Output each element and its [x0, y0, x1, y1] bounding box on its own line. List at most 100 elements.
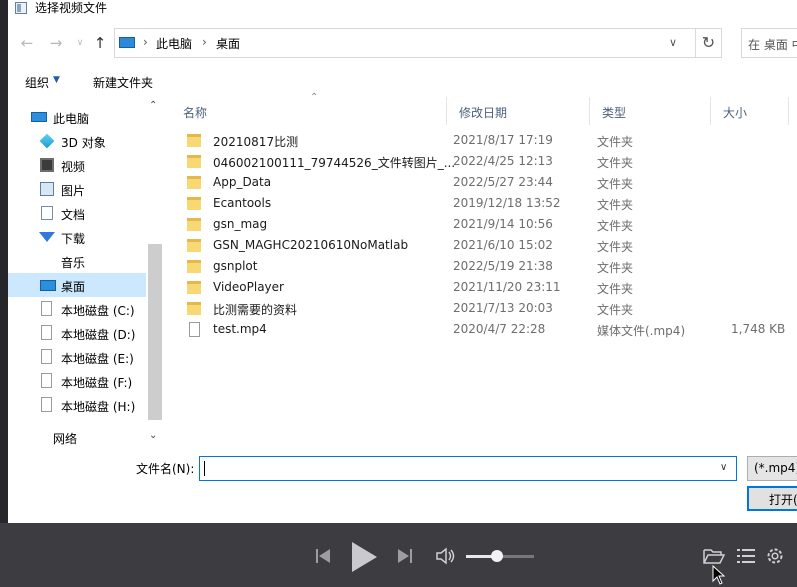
scroll-down-icon[interactable]: ⌄: [149, 430, 157, 441]
sidebar-item-drive-h[interactable]: 本地磁盘 (H:): [8, 393, 146, 417]
forward-arrow-icon[interactable]: →: [46, 33, 66, 53]
folder-icon: [187, 302, 201, 315]
music-icon: [40, 254, 54, 268]
sidebar-item-drive-c[interactable]: 本地磁盘 (C:): [8, 297, 146, 321]
file-name: 比测需要的资料: [213, 303, 298, 317]
breadcrumb-this-pc[interactable]: 此电脑: [156, 35, 192, 52]
sidebar-item-desktop[interactable]: 桌面: [8, 273, 146, 297]
file-name: GSN_MAGHC20210610NoMatlab: [213, 238, 409, 252]
table-row[interactable]: App_Data 2022/5/27 23:44 文件夹: [181, 172, 781, 193]
sidebar-item-drive-d[interactable]: 本地磁盘 (D:): [8, 321, 146, 345]
chevron-right-icon[interactable]: ›: [143, 35, 148, 49]
sidebar-item-pictures[interactable]: 图片: [8, 177, 146, 201]
file-type: 文件夹: [597, 177, 634, 191]
caret-down-icon[interactable]: ▼: [53, 75, 60, 85]
playlist-icon[interactable]: [736, 548, 756, 564]
column-header-label: 大小: [723, 106, 748, 120]
file-type: 文件夹: [597, 261, 634, 275]
prev-icon[interactable]: [315, 547, 331, 565]
sidebar-item-label: 图片: [61, 184, 86, 198]
column-header-name[interactable]: 名称: [171, 97, 447, 125]
table-row[interactable]: GSN_MAGHC20210610NoMatlab 2021/6/10 15:02…: [181, 235, 781, 256]
drive-icon: [41, 325, 52, 340]
file-date: 2019/12/18 13:52: [453, 196, 561, 210]
nav-scrollbar-thumb[interactable]: [148, 244, 162, 420]
sidebar-item-downloads[interactable]: 下载: [8, 225, 146, 249]
mouse-cursor-icon: [712, 565, 726, 585]
column-header-label: 类型: [602, 106, 627, 120]
file-name: test.mp4: [213, 322, 267, 336]
sidebar-item-label: 桌面: [61, 280, 86, 294]
folder-icon: [187, 281, 201, 294]
sidebar-item-music[interactable]: 音乐: [8, 249, 146, 273]
download-arrow-icon: [39, 232, 55, 242]
drive-icon: [41, 301, 52, 316]
drive-icon: [41, 349, 52, 364]
drive-icon: [41, 373, 52, 388]
sidebar-item-label: 此电脑: [53, 112, 90, 126]
folder-icon: [187, 239, 201, 252]
file-name: gsn_mag: [213, 217, 268, 231]
table-row[interactable]: gsn_mag 2021/9/14 10:56 文件夹: [181, 214, 781, 235]
sidebar-item-label: 本地磁盘 (C:): [61, 304, 135, 318]
video-icon: [40, 158, 54, 172]
folder-icon: [187, 176, 201, 189]
file-name: App_Data: [213, 175, 272, 189]
sidebar-item-3d-objects[interactable]: 3D 对象: [8, 129, 146, 153]
sidebar-item-this-pc[interactable]: 此电脑: [8, 105, 146, 129]
back-arrow-icon[interactable]: ←: [17, 33, 37, 53]
file-type-filter[interactable]: (*.mp4): [747, 456, 797, 481]
play-icon[interactable]: [349, 540, 379, 574]
sidebar-item-documents[interactable]: 文档: [8, 201, 146, 225]
scroll-up-icon[interactable]: ⌃: [149, 100, 157, 111]
text-caret: [204, 461, 205, 476]
open-button[interactable]: 打开(: [747, 486, 797, 511]
filename-label: 文件名(N):: [136, 462, 195, 476]
open-folder-icon[interactable]: [703, 547, 725, 565]
next-icon[interactable]: [397, 547, 413, 565]
search-placeholder: 在 桌面 中: [748, 38, 797, 52]
filename-input[interactable]: ∨: [199, 456, 737, 481]
refresh-icon[interactable]: ↻: [696, 28, 722, 58]
file-type: 文件夹: [597, 240, 634, 254]
sidebar-item-label: 网络: [53, 432, 78, 446]
sidebar-item-videos[interactable]: 视频: [8, 153, 146, 177]
organize-button[interactable]: 组织: [25, 74, 49, 91]
table-row[interactable]: test.mp4 2020/4/7 22:28 媒体文件(.mp4) 1,748 KB: [181, 319, 786, 340]
address-bar[interactable]: › 此电脑 › 桌面 ∨: [114, 28, 696, 58]
volume-slider-knob[interactable]: [490, 550, 503, 562]
file-size: 1,748 KB: [731, 322, 786, 336]
chevron-right-icon[interactable]: ›: [202, 35, 207, 49]
file-date: 2022/4/25 12:13: [453, 154, 553, 168]
gear-icon[interactable]: [765, 546, 785, 566]
recent-locations-icon[interactable]: ∨: [70, 33, 90, 53]
breadcrumb-desktop[interactable]: 桌面: [216, 35, 240, 52]
column-header-date[interactable]: 修改日期: [447, 97, 590, 125]
sidebar-item-drive-f[interactable]: 本地磁盘 (F:): [8, 369, 146, 393]
filter-value: (*.mp4): [754, 461, 797, 475]
file-type: 文件夹: [597, 219, 634, 233]
chevron-down-icon[interactable]: ∨: [669, 36, 677, 49]
column-header-label: 名称: [183, 106, 208, 120]
drive-icon: [41, 397, 52, 412]
table-row[interactable]: Ecantools 2019/12/18 13:52 文件夹: [181, 193, 781, 214]
chevron-down-icon[interactable]: ∨: [720, 462, 727, 473]
up-arrow-icon[interactable]: ↑: [90, 33, 110, 53]
table-row[interactable]: gsnplot 2022/5/19 21:38 文件夹: [181, 256, 781, 277]
table-row[interactable]: 046002100111_79744526_文件转图片_... 2022/4/25…: [181, 151, 781, 172]
file-type: 媒体文件(.mp4): [597, 324, 686, 338]
table-row[interactable]: 比测需要的资料 2021/7/13 20:03 文件夹: [181, 298, 781, 319]
new-folder-button[interactable]: 新建文件夹: [93, 74, 153, 91]
table-row[interactable]: 20210817比测 2021/8/17 17:19 文件夹: [181, 130, 781, 151]
search-input[interactable]: 在 桌面 中: [741, 28, 797, 58]
volume-icon[interactable]: [436, 547, 456, 565]
picture-icon: [40, 182, 54, 196]
navigation-bar: ← → ∨ ↑ › 此电脑 › 桌面 ∨ ↻ 在 桌面 中: [8, 28, 797, 58]
sidebar-item-drive-e[interactable]: 本地磁盘 (E:): [8, 345, 146, 369]
table-row[interactable]: VideoPlayer 2021/11/20 23:11 文件夹: [181, 277, 781, 298]
computer-icon: [31, 112, 47, 122]
sidebar-item-network[interactable]: 网络: [8, 425, 146, 449]
column-header-type[interactable]: 类型: [590, 97, 711, 125]
column-header-size[interactable]: 大小: [711, 97, 789, 125]
dialog-app-icon: [15, 2, 27, 14]
